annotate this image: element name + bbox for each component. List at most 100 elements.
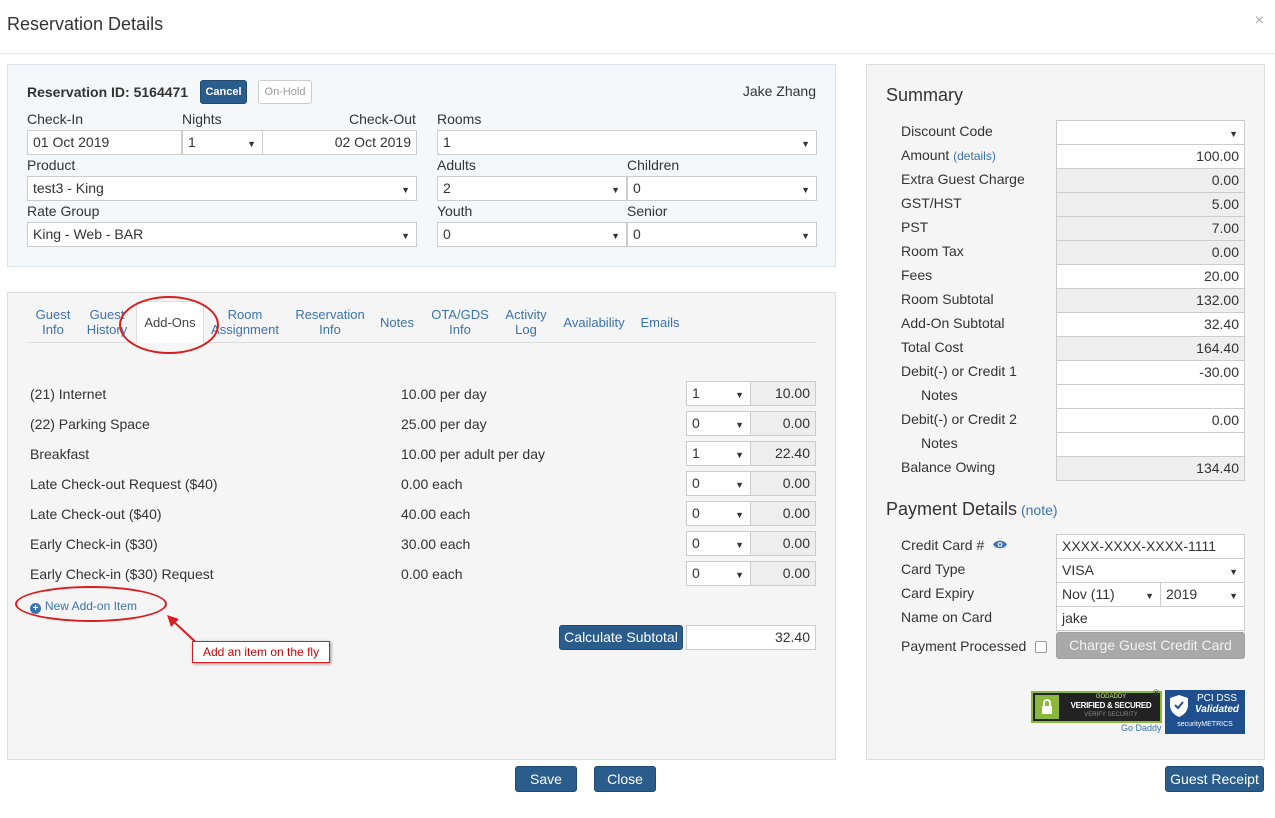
senior-select[interactable]: 0: [627, 222, 817, 247]
tab-emails[interactable]: Emails: [634, 315, 686, 330]
summary-label: Total Cost: [901, 339, 964, 355]
rooms-select[interactable]: 1: [437, 130, 817, 155]
lock-icon: [1035, 695, 1059, 719]
name-on-card-label: Name on Card: [901, 609, 993, 625]
tab-guest-info[interactable]: Guest Info: [26, 307, 80, 337]
checkout-input[interactable]: 02 Oct 2019: [262, 130, 417, 155]
adults-select[interactable]: 2: [437, 176, 627, 201]
rate-group-select[interactable]: King - Web - BAR: [27, 222, 417, 247]
addon-total: 22.40: [750, 441, 816, 466]
addon-name: Early Check-in ($30): [30, 536, 158, 552]
annotation-callout: Add an item on the fly: [192, 641, 331, 663]
addon-price: 25.00 per day: [401, 416, 487, 432]
checkout-label: Check-Out: [349, 111, 416, 127]
card-expiry-label: Card Expiry: [901, 585, 975, 601]
summary-label: Debit(-) or Credit 2: [901, 411, 1017, 427]
tab-reservation-info[interactable]: Reservation Info: [290, 307, 370, 337]
modal-title: Reservation Details: [7, 14, 164, 34]
addon-qty-select[interactable]: 0: [686, 501, 751, 526]
addon-total: 10.00: [750, 381, 816, 406]
tab-availability[interactable]: Availability: [558, 315, 630, 330]
summary-label: Room Tax: [901, 243, 964, 259]
amount-details-link[interactable]: (details): [953, 149, 996, 163]
tab-notes[interactable]: Notes: [374, 315, 420, 330]
pci-line1: PCI DSS: [1196, 693, 1237, 704]
credit-2-field[interactable]: 0.00: [1056, 408, 1245, 433]
discount-code-select[interactable]: [1056, 120, 1245, 145]
summary-label: Add-On Subtotal: [901, 315, 1005, 331]
godaddy-badge[interactable]: GODADDY VERIFIED & SECURED VERIFY SECURI…: [1031, 691, 1162, 723]
addon-total: 0.00: [750, 471, 816, 496]
youth-select[interactable]: 0: [437, 222, 627, 247]
payment-details-title: Payment Details: [886, 499, 1018, 519]
calculate-subtotal-button[interactable]: Calculate Subtotal: [559, 625, 683, 650]
save-button[interactable]: Save: [515, 766, 577, 792]
addon-qty-select[interactable]: 0: [686, 531, 751, 556]
addon-name: Late Check-out ($40): [30, 506, 162, 522]
godaddy-link[interactable]: Go Daddy: [1121, 723, 1162, 733]
shield-icon: [1170, 695, 1188, 717]
children-select[interactable]: 0: [627, 176, 817, 201]
credit-2-notes-field[interactable]: [1056, 432, 1245, 457]
tab-activity-log[interactable]: Activity Log: [498, 307, 554, 337]
checkin-label: Check-In: [27, 111, 84, 127]
addon-row: Late Check-out Request ($40) 0.00 each 0…: [8, 471, 837, 501]
expiry-year-select[interactable]: 2019: [1160, 582, 1245, 607]
addon-row: Late Check-out ($40) 40.00 each 0 0.00: [8, 501, 837, 531]
addon-subtotal-field[interactable]: 32.40: [1056, 312, 1245, 337]
total-cost-value: 164.40: [1056, 336, 1245, 361]
adults-label: Adults: [437, 157, 476, 173]
product-select[interactable]: test3 - King: [27, 176, 417, 201]
charge-credit-card-button[interactable]: Charge Guest Credit Card: [1056, 632, 1245, 659]
card-type-select[interactable]: VISA: [1056, 558, 1245, 583]
expiry-month-select[interactable]: Nov (11): [1056, 582, 1161, 607]
reservation-panel: Reservation ID: 5164471 Cancel On-Hold J…: [7, 64, 836, 267]
eye-icon[interactable]: [992, 539, 1008, 550]
addon-total: 0.00: [750, 501, 816, 526]
addon-qty-select[interactable]: 0: [686, 411, 751, 436]
checkin-input[interactable]: 01 Oct 2019: [27, 130, 182, 155]
tab-ota-gds-info[interactable]: OTA/GDS Info: [426, 307, 494, 337]
payment-processed-checkbox[interactable]: [1035, 641, 1047, 653]
addon-price: 30.00 each: [401, 536, 471, 552]
close-icon[interactable]: ×: [1255, 12, 1264, 30]
credit-card-field[interactable]: XXXX-XXXX-XXXX-1111: [1056, 534, 1245, 559]
summary-label-amount: Amount (details): [901, 147, 996, 163]
addon-qty-select[interactable]: 0: [686, 561, 751, 586]
credit-1-field[interactable]: -30.00: [1056, 360, 1245, 385]
payment-note-link[interactable]: (note): [1021, 502, 1058, 518]
reservation-id: Reservation ID: 5164471: [27, 84, 189, 100]
balance-owing-value: 134.40: [1056, 456, 1245, 481]
summary-label: Fees: [901, 267, 933, 283]
amount-field[interactable]: 100.00: [1056, 144, 1245, 169]
senior-label: Senior: [627, 203, 668, 219]
cancel-reservation-button[interactable]: Cancel: [200, 80, 247, 104]
addon-row: Early Check-in ($30) 30.00 each 0 0.00: [8, 531, 837, 561]
addons-panel: Guest Info Guest History Add-Ons Room Assig…: [7, 292, 836, 760]
addon-row: Breakfast 10.00 per adult per day 1 22.4…: [8, 441, 837, 471]
nights-select[interactable]: 1: [182, 130, 263, 155]
addon-row: (22) Parking Space 25.00 per day 0 0.00: [8, 411, 837, 441]
credit-1-notes-field[interactable]: [1056, 384, 1245, 409]
addon-qty-select[interactable]: 0: [686, 471, 751, 496]
guest-receipt-button[interactable]: Guest Receipt: [1165, 766, 1264, 792]
product-label: Product: [27, 157, 76, 173]
fees-field[interactable]: 20.00: [1056, 264, 1245, 289]
addon-name: (22) Parking Space: [30, 416, 150, 432]
addon-qty-select[interactable]: 1: [686, 441, 751, 466]
on-hold-button[interactable]: On-Hold: [258, 80, 312, 104]
addon-price: 10.00 per day: [401, 386, 487, 402]
addon-name: Breakfast: [30, 446, 90, 462]
pci-brand: securityMETRICS: [1177, 721, 1233, 728]
pst-value: 7.00: [1056, 216, 1245, 241]
addon-qty-select[interactable]: 1: [686, 381, 751, 406]
name-on-card-field[interactable]: jake: [1056, 606, 1245, 631]
summary-label: PST: [901, 219, 929, 235]
nights-label: Nights: [182, 111, 222, 127]
addon-price: 10.00 per adult per day: [401, 446, 545, 462]
addons-subtotal-field[interactable]: 32.40: [686, 625, 816, 650]
summary-label: Room Subtotal: [901, 291, 994, 307]
close-button[interactable]: Close: [594, 766, 656, 792]
summary-panel: Summary Discount Code Amount (details) 1…: [866, 64, 1265, 760]
pci-dss-badge[interactable]: PCI DSS Validated securityMETRICS: [1165, 690, 1245, 734]
